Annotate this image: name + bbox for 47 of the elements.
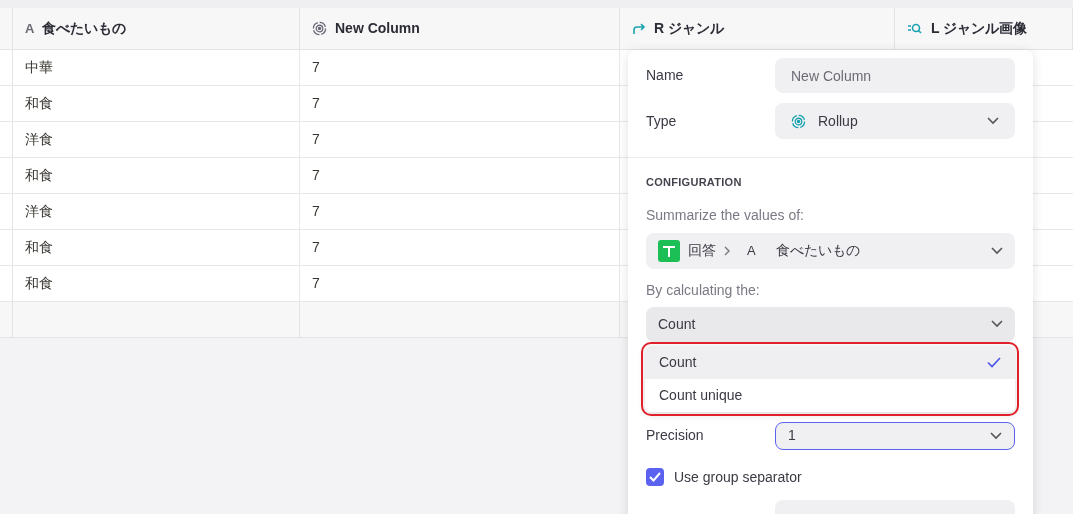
- table-cell: 7: [300, 266, 620, 301]
- table-cell: 和食: [13, 266, 300, 301]
- table-cell: 7: [300, 50, 620, 85]
- menu-option[interactable]: Count: [645, 346, 1015, 379]
- field-label: Type: [646, 111, 678, 131]
- chevron-down-icon: [987, 117, 999, 125]
- column-header[interactable]: R ジャンル: [620, 8, 895, 49]
- checkbox-label: Use group separator: [674, 467, 802, 487]
- check-icon: [649, 472, 661, 482]
- source-select[interactable]: 回答 A 食べたいもの: [646, 232, 1015, 269]
- arrow-icon: [632, 21, 646, 36]
- text-type-icon: A: [747, 240, 756, 261]
- check-icon: [987, 357, 1001, 368]
- checkbox[interactable]: [646, 468, 664, 486]
- rollup-icon: [791, 113, 806, 129]
- column-header[interactable]: A 食べたいもの: [13, 8, 300, 49]
- search-icon: [907, 21, 923, 36]
- chevron-down-icon: [991, 320, 1003, 328]
- chevron-right-icon: [724, 245, 731, 256]
- table-cell: 中華: [13, 50, 300, 85]
- table-cell: 和食: [13, 86, 300, 121]
- chevron-down-icon: [991, 246, 1003, 255]
- table-cell: 洋食: [13, 122, 300, 157]
- column-header[interactable]: New Column: [300, 8, 620, 49]
- precision-select[interactable]: 1: [775, 421, 1015, 450]
- column-header[interactable]: L ジャンル画像: [895, 8, 1073, 49]
- table-cell: 7: [300, 86, 620, 121]
- chevron-down-icon: [990, 431, 1002, 440]
- menu-option[interactable]: Count unique: [645, 379, 1015, 412]
- type-select[interactable]: Rollup: [775, 103, 1015, 139]
- calculation-select[interactable]: Count: [646, 306, 1015, 342]
- table-cell: 洋食: [13, 194, 300, 229]
- table-icon: [658, 239, 680, 262]
- table-cell: 7: [300, 158, 620, 193]
- field-label: Precision: [646, 426, 705, 445]
- table-cell: 7: [300, 230, 620, 265]
- text-type-icon: A: [25, 18, 35, 39]
- field-label: Summarize the values of:: [646, 205, 805, 225]
- table-cell: 和食: [13, 230, 300, 265]
- rollup-icon: [312, 21, 327, 36]
- field-label: By calculating the:: [646, 280, 761, 300]
- table-cell: 和食: [13, 158, 300, 193]
- name-field[interactable]: New Column: [775, 58, 1015, 93]
- table-cell: 7: [300, 122, 620, 157]
- field-label: Name: [646, 66, 685, 85]
- section-heading: CONFIGURATION: [646, 175, 743, 190]
- table-cell: 7: [300, 194, 620, 229]
